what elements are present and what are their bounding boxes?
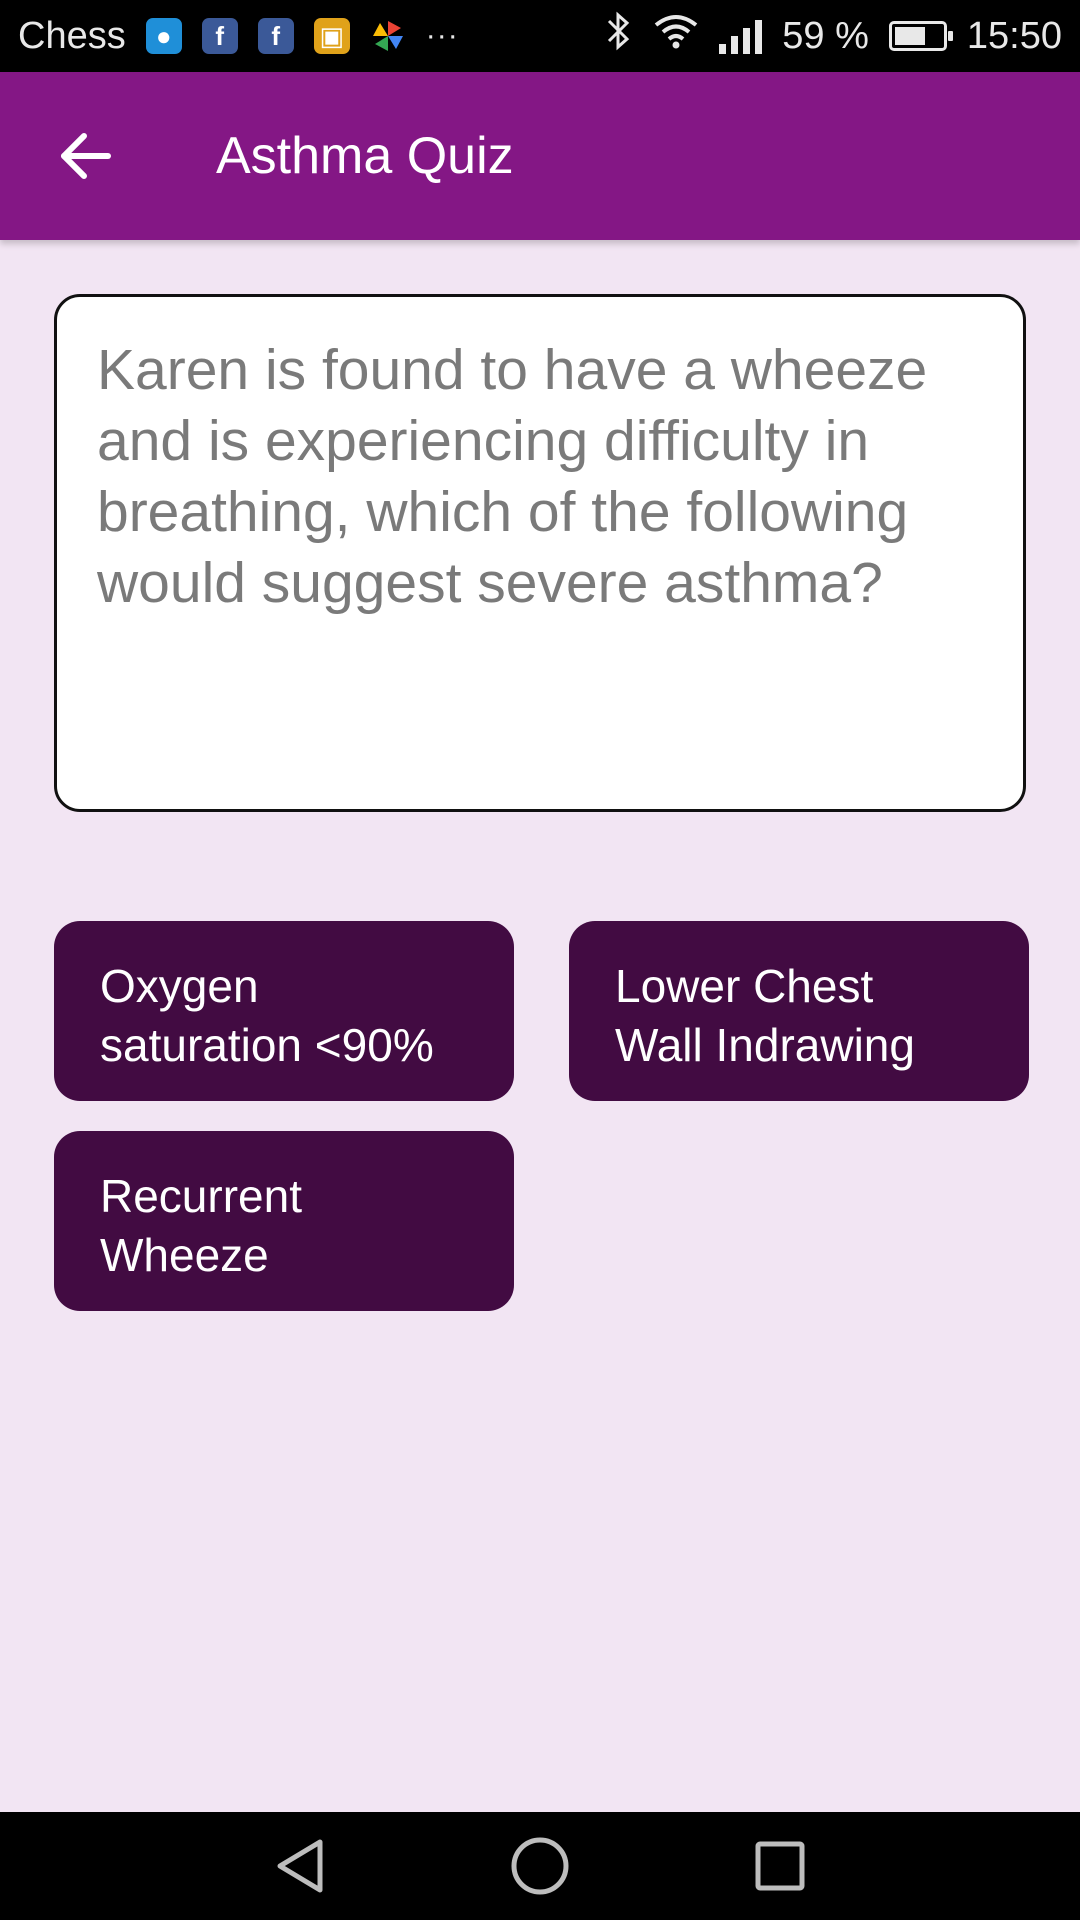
question-text: Karen is found to have a wheeze and is e… [97, 338, 928, 615]
nav-back-button[interactable] [268, 1834, 332, 1898]
page-title: Asthma Quiz [216, 127, 514, 185]
answer-label-line: Wall Indrawing [615, 1019, 915, 1071]
facebook-icon: f [257, 18, 294, 54]
status-bar-right: 59 % 15:50 [605, 11, 1062, 61]
question-card: Karen is found to have a wheeze and is e… [54, 294, 1026, 812]
nav-back-icon [277, 1839, 323, 1893]
signal-icon [719, 18, 763, 54]
message-icon: ● [145, 18, 182, 54]
carrier-label: Chess [18, 14, 126, 57]
status-bar-left: Chess ● f f ▣ ··· [18, 15, 459, 58]
answer-label-line: Recurrent [100, 1170, 302, 1222]
nav-home-icon [511, 1837, 569, 1895]
clock: 15:50 [966, 14, 1062, 57]
battery-percent: 59 % [782, 14, 869, 57]
screen: Chess ● f f ▣ ··· 59 % 15:50 Asthma Quiz… [0, 0, 1080, 1920]
more-notifications-icon: ··· [425, 19, 459, 52]
answer-label-line: Oxygen [100, 960, 259, 1012]
answer-label-line: Lower Chest [615, 960, 874, 1012]
pinwheel-icon [370, 18, 406, 54]
nav-recents-button[interactable] [748, 1834, 812, 1898]
nav-home-button[interactable] [508, 1834, 572, 1898]
app-bar: Asthma Quiz [0, 72, 1080, 240]
shopping-bag-icon: ▣ [313, 18, 350, 54]
answer-label-line: saturation <90% [100, 1019, 434, 1071]
system-nav-bar [0, 1812, 1080, 1920]
bluetooth-icon [605, 11, 633, 61]
arrow-back-icon [61, 133, 111, 179]
back-button[interactable] [42, 112, 130, 200]
status-bar: Chess ● f f ▣ ··· 59 % 15:50 [0, 0, 1080, 72]
answer-button-lower-chest-wall-indrawing[interactable]: Lower Chest Wall Indrawing [569, 921, 1029, 1101]
battery-icon [888, 21, 953, 51]
answer-button-oxygen-saturation[interactable]: Oxygen saturation <90% [54, 921, 514, 1101]
nav-recents-icon [755, 1841, 805, 1891]
facebook-icon: f [201, 18, 238, 54]
wifi-icon [653, 13, 699, 59]
answer-button-recurrent-wheeze[interactable]: Recurrent Wheeze [54, 1131, 514, 1311]
answer-label-line: Wheeze [100, 1229, 269, 1281]
